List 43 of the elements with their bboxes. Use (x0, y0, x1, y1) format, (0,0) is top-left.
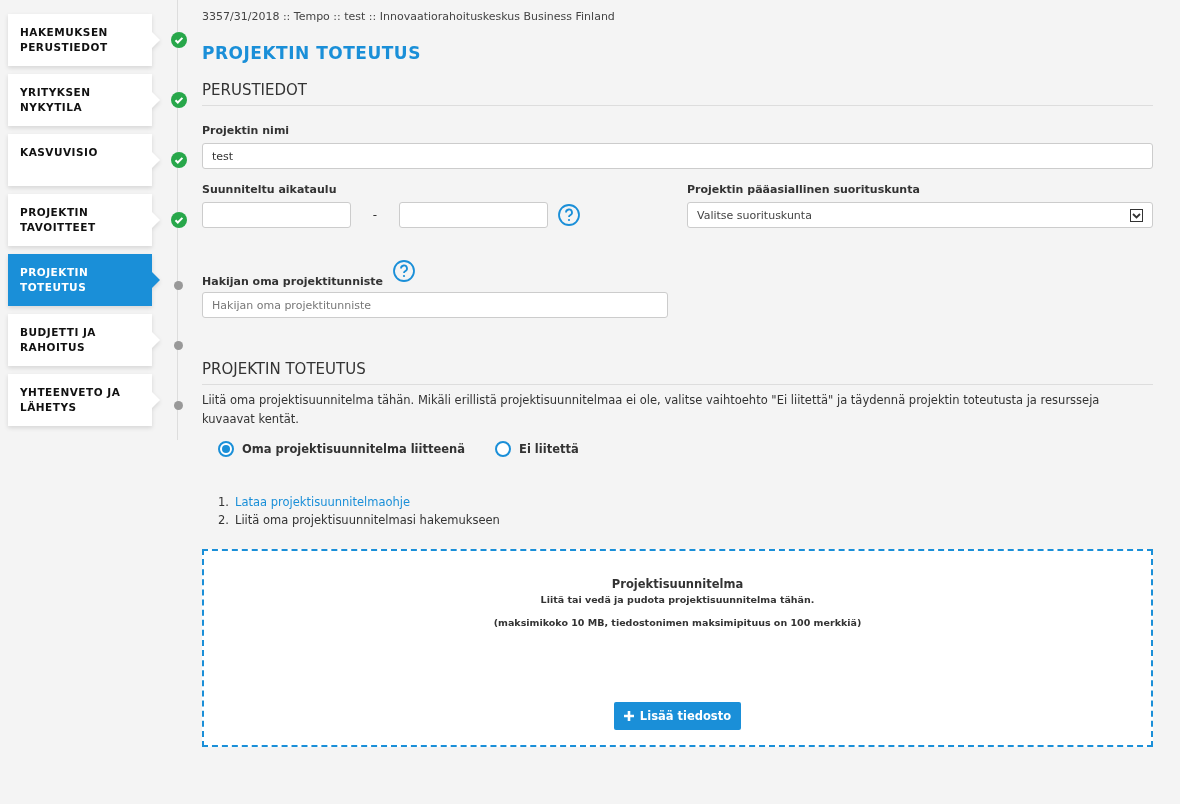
page-title: PROJEKTIN TOTEUTUS (202, 43, 422, 63)
step-dot-icon (174, 401, 183, 410)
step-dot-icon (174, 341, 183, 350)
dropdown-icon (1130, 208, 1143, 222)
field-label: Hakijan oma projektitunniste (202, 275, 384, 288)
list-number: 1. (218, 495, 229, 509)
check-icon (171, 32, 187, 48)
step-tab[interactable]: BUDJETTI JA RAHOITUS (8, 314, 160, 366)
help-icon[interactable] (393, 260, 416, 282)
field-label: Projektin pääasiallinen suorituskunta (687, 183, 921, 196)
step-tab[interactable]: HAKEMUKSEN PERUSTIEDOT (8, 14, 160, 66)
check-icon (171, 92, 187, 108)
check-icon (171, 152, 187, 168)
end-date-field[interactable] (399, 202, 548, 228)
step-tab[interactable]: PROJEKTIN TAVOITTEET (8, 194, 160, 246)
drop-zone-title: Projektisuunnitelma (611, 577, 744, 591)
step-dot-icon (174, 281, 183, 290)
breadcrumb: 3357/31/2018 :: Tempo :: test :: Innovaatiorahoituskeskus Business Finland (202, 10, 616, 23)
performer-select[interactable]: Valitse suorituskunta (687, 202, 1153, 228)
help-icon[interactable] (558, 204, 580, 226)
field-label: Suunniteltu aikataulu (202, 183, 338, 196)
step-tab[interactable]: YHTEENVETO JA LÄHETYS (8, 374, 160, 426)
drop-zone[interactable]: Projektisuunnitelma Liitä tai vedä ja pudota projektisuunnitelma tähän. (maksimikoko 10 MB, tiedostonimen maksimipituus on 100 merkkiä) Lisää tiedosto (202, 549, 1153, 747)
own-id-field[interactable]: Hakijan oma projektitunniste (202, 292, 668, 318)
project-name-field[interactable]: test (202, 143, 1153, 169)
list-number: 2. (218, 513, 229, 527)
step-tab[interactable]: YRITYKSEN NYKYTILA (8, 74, 160, 126)
add-file-button[interactable]: Lisää tiedosto (613, 702, 742, 730)
drop-zone-instruction: Liitä tai vedä ja pudota projektisuunnitelma tähän. (540, 594, 815, 605)
section-heading: PERUSTIEDOT (202, 81, 1153, 106)
drop-zone-limits: (maksimikoko 10 MB, tiedostonimen maksimipituus on 100 merkkiä) (493, 617, 862, 628)
plus-icon (623, 711, 634, 721)
date-separator: - (371, 208, 379, 222)
field-label: Projektin nimi (202, 124, 291, 137)
step-tab[interactable]: KASVUVISIO (8, 134, 160, 186)
description-text: Liitä oma projektisuunnitelma tähän. Mikäli erillistä projektisuunnitelmaa ei ole, valitse vaihtoehto "Ei liitettä" ja täydennä projektin toteutusta ja resursseja kuvaavat kentät. (202, 392, 1101, 428)
check-icon (171, 212, 187, 228)
step-tab[interactable]: PROJEKTIN TOTEUTUS (8, 254, 160, 306)
section-heading: PROJEKTIN TOTEUTUS (202, 360, 1153, 385)
radio-option[interactable]: Ei liitettä (495, 441, 579, 457)
list-text: Liitä oma projektisuunnitelmasi hakemukseen (235, 513, 500, 527)
radio-option[interactable]: Oma projektisuunnitelma liitteenä (218, 441, 466, 457)
start-date-field[interactable] (202, 202, 351, 228)
